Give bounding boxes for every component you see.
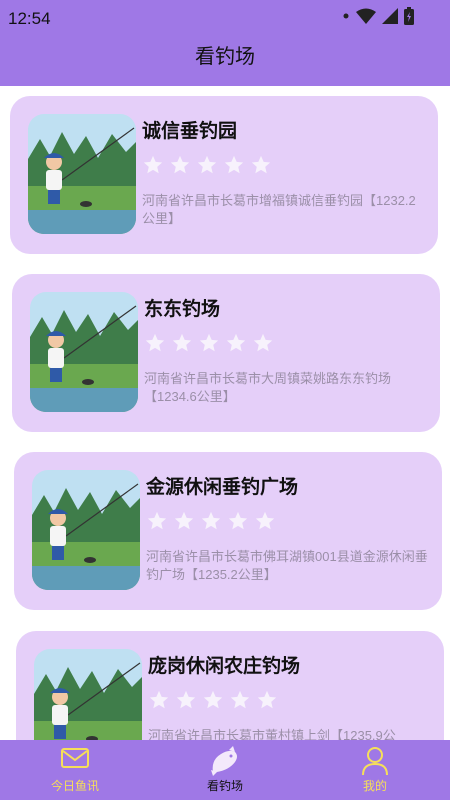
bottom-navigation: 今日鱼讯 看钓场 我的: [0, 740, 450, 800]
status-time: 12:54: [8, 9, 51, 28]
spot-address: 河南省许昌市长葛市大周镇菜姚路东东钓场【1234.6公里】: [144, 371, 392, 404]
tab-profile[interactable]: 我的: [300, 740, 450, 800]
spot-thumbnail: [28, 114, 136, 234]
spot-address: 河南省许昌市长葛市增福镇诚信垂钓园【1232.2公里】: [142, 193, 416, 226]
star-icon: [253, 333, 273, 352]
star-icon: [224, 155, 244, 174]
star-icon: [143, 155, 163, 174]
status-bar: 12:54: [0, 0, 450, 34]
spot-address: 河南省许昌市长葛市佛耳湖镇001县道金源休闲垂钓广场【1235.2公里】: [146, 549, 428, 582]
app-bar: 看钓场: [0, 34, 450, 86]
star-icon: [176, 690, 196, 709]
tab-today-fish-news[interactable]: 今日鱼讯: [0, 740, 150, 800]
star-icon: [199, 333, 219, 352]
tab-label: 我的: [362, 779, 387, 793]
spot-name: 金源休闲垂钓广场: [146, 477, 299, 498]
tab-label: 看钓场: [206, 779, 243, 793]
rating-stars: [148, 689, 278, 711]
star-icon: [201, 511, 221, 530]
wifi-icon: [356, 8, 376, 24]
star-icon: [174, 511, 194, 530]
spot-card[interactable]: 金源休闲垂钓广场 河南省许昌市长葛市佛耳湖镇001县道金源休闲垂钓广场【1235…: [14, 452, 442, 610]
spot-thumbnail: [30, 292, 138, 412]
star-icon: [172, 333, 192, 352]
star-icon: [147, 511, 167, 530]
mail-icon: [60, 746, 90, 775]
star-icon: [255, 511, 275, 530]
rating-stars: [146, 510, 276, 532]
star-icon: [149, 690, 169, 709]
dot-icon: [342, 9, 350, 23]
spot-name: 东东钓场: [144, 299, 221, 320]
fishing-spot-list[interactable]: 诚信垂钓园 河南省许昌市长葛市增福镇诚信垂钓园【1232.2公里】 东东钓场 河…: [0, 86, 450, 740]
fish-icon: [209, 746, 241, 781]
person-icon: [361, 746, 389, 781]
star-icon: [197, 155, 217, 174]
spot-name: 庞岗休闲农庄钓场: [148, 656, 301, 677]
status-icons: [342, 7, 414, 25]
star-icon: [228, 511, 248, 530]
rating-stars: [144, 332, 274, 354]
star-icon: [203, 690, 223, 709]
spot-card[interactable]: 东东钓场 河南省许昌市长葛市大周镇菜姚路东东钓场【1234.6公里】: [12, 274, 440, 432]
battery-icon: [404, 7, 414, 25]
star-icon: [170, 155, 190, 174]
spot-name: 诚信垂钓园: [142, 121, 238, 142]
signal-icon: [382, 8, 398, 24]
rating-stars: [142, 154, 272, 176]
tab-label: 今日鱼讯: [50, 779, 99, 793]
page-title: 看钓场: [195, 46, 255, 68]
spot-thumbnail: [32, 470, 140, 590]
spot-card[interactable]: 诚信垂钓园 河南省许昌市长葛市增福镇诚信垂钓园【1232.2公里】: [10, 96, 438, 254]
spot-address: 河南省许昌市长葛市董村镇上剑【1235.9公: [148, 728, 396, 740]
spot-card[interactable]: 庞岗休闲农庄钓场 河南省许昌市长葛市董村镇上剑【1235.9公: [16, 631, 444, 740]
star-icon: [251, 155, 271, 174]
star-icon: [145, 333, 165, 352]
spot-thumbnail: [34, 649, 142, 740]
star-icon: [226, 333, 246, 352]
star-icon: [230, 690, 250, 709]
tab-fishing-spots[interactable]: 看钓场: [150, 740, 300, 800]
star-icon: [257, 690, 277, 709]
